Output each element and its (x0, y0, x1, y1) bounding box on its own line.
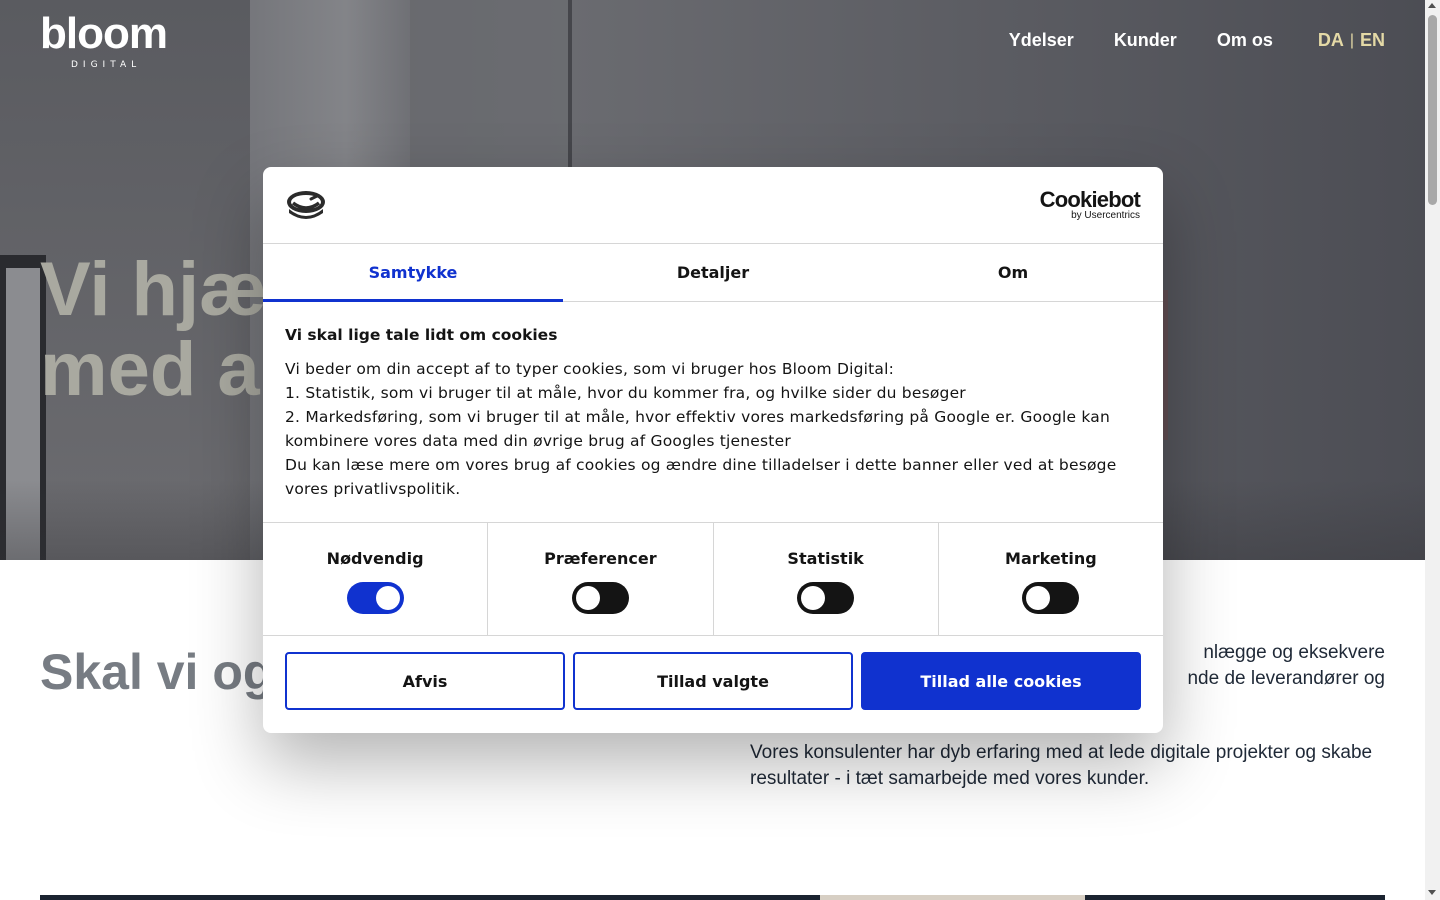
dialog-text-line: Du kan læse mere om vores brug af cookie… (285, 456, 1117, 474)
page-scrollbar[interactable] (1425, 0, 1440, 900)
cookiebot-logo[interactable]: Cookiebot by Usercentrics (1039, 187, 1141, 221)
toggle-group-statistik: Statistik (714, 523, 939, 635)
toggle-knob (801, 586, 826, 610)
toggle-switch-marketing[interactable] (1022, 582, 1080, 614)
language-switcher: DA | EN (1318, 30, 1385, 51)
toggle-knob (375, 586, 400, 610)
dialog-text-line: kombinere vores data med din øvrige brug… (285, 432, 791, 450)
toggle-switch-praeferencer[interactable] (571, 582, 629, 614)
toggle-group-praeferencer: Præferencer (488, 523, 714, 635)
cookie-category-toggles: Nødvendig Præferencer Statistik Marketin… (263, 523, 1163, 636)
site-cookie-logo-icon (287, 191, 325, 219)
logo-wordmark: bloom (40, 9, 168, 58)
site-logo[interactable]: bloom DIGITAL (40, 9, 168, 71)
lang-en-link[interactable]: EN (1360, 30, 1385, 51)
nav-item-kunder[interactable]: Kunder (1114, 30, 1177, 51)
dialog-tabs: Samtykke Detaljer Om (263, 244, 1163, 302)
dialog-text: Vi beder om din accept af to typer cooki… (285, 357, 1141, 501)
logo-subtitle: DIGITAL (71, 60, 142, 70)
toggle-knob (1026, 586, 1051, 610)
section-paragraph-2: Vores konsulenter har dyb erfaring med a… (750, 742, 1373, 789)
dialog-text-line: 1. Statistik, som vi bruger til at måle,… (285, 384, 966, 402)
toggle-group-nodvendig: Nødvendig (263, 523, 489, 635)
reject-button[interactable]: Afvis (285, 652, 565, 710)
lang-separator: | (1349, 31, 1354, 49)
toggle-switch-nodvendig[interactable] (346, 582, 404, 614)
tab-samtykke[interactable]: Samtykke (263, 244, 563, 302)
toggle-label: Statistik (787, 549, 864, 568)
dialog-body: Vi skal lige tale lidt om cookies Vi bed… (263, 302, 1163, 523)
dialog-text-line: vores privatlivspolitik. (285, 480, 461, 498)
scroll-down-arrow-icon[interactable] (1428, 890, 1436, 895)
allow-all-cookies-button[interactable]: Tillad alle cookies (861, 652, 1141, 710)
dialog-text-line: 2. Markedsføring, som vi bruger til at m… (285, 408, 1110, 426)
toggle-label: Præferencer (544, 549, 657, 568)
cookiebot-subtitle: by Usercentrics (1071, 210, 1140, 221)
toggle-label: Marketing (1005, 549, 1097, 568)
scroll-up-arrow-icon[interactable] (1428, 3, 1436, 8)
cookiebot-wordmark: Cookiebot (1039, 187, 1141, 212)
allow-selected-button[interactable]: Tillad valgte (573, 652, 853, 710)
main-nav: Ydelser Kunder Om os DA | EN (969, 30, 1385, 51)
nav-item-om-os[interactable]: Om os (1217, 30, 1273, 51)
section-title: Skal vi og (40, 644, 274, 700)
tab-om[interactable]: Om (863, 244, 1163, 301)
cookie-consent-dialog: Cookiebot by Usercentrics Samtykke Detal… (263, 167, 1163, 733)
toggle-label: Nødvendig (326, 549, 424, 568)
dialog-text-line: Vi beder om din accept af to typer cooki… (285, 360, 895, 378)
toggle-switch-statistik[interactable] (797, 582, 855, 614)
scroll-thumb[interactable] (1428, 15, 1437, 205)
toggle-knob (575, 586, 600, 610)
nav-item-ydelser[interactable]: Ydelser (1009, 30, 1074, 51)
toggle-group-marketing: Marketing (939, 523, 1163, 635)
dialog-buttons: Afvis Tillad valgte Tillad alle cookies (263, 636, 1163, 726)
next-section-image (40, 895, 1385, 900)
tab-detaljer[interactable]: Detaljer (563, 244, 863, 301)
dialog-title: Vi skal lige tale lidt om cookies (285, 326, 558, 344)
next-section-image-highlight (820, 895, 1085, 900)
lang-da-link[interactable]: DA (1318, 30, 1344, 51)
dialog-header: Cookiebot by Usercentrics (263, 167, 1163, 244)
